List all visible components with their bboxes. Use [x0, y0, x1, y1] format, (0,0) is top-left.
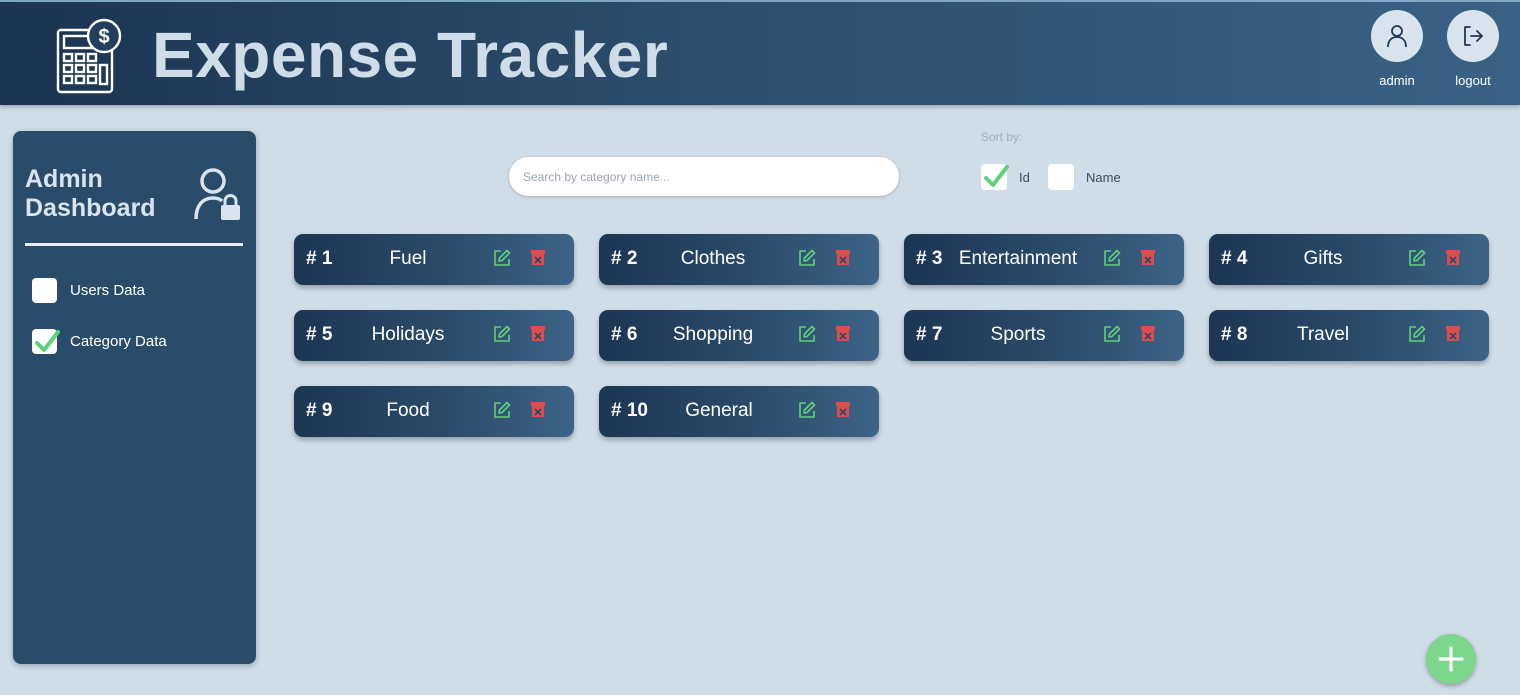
category-data-checkbox[interactable] [32, 329, 60, 354]
user-icon [1387, 25, 1407, 48]
logout-label: logout [1455, 73, 1491, 88]
category-card: # 6 Shopping [599, 310, 879, 361]
category-number: # 8 [1221, 324, 1248, 345]
edit-icon[interactable] [1408, 325, 1426, 343]
category-number: # 9 [306, 400, 333, 421]
add-category-button[interactable] [1426, 634, 1476, 684]
trash-icon[interactable] [835, 249, 851, 266]
edit-icon[interactable] [1103, 249, 1121, 267]
category-name: Clothes [680, 248, 746, 269]
sidebar-divider [25, 243, 243, 246]
calculator-dollar-icon: $ [56, 18, 122, 94]
category-number: # 10 [611, 400, 648, 421]
category-number: # 2 [611, 248, 638, 269]
category-card: # 10 General [599, 386, 879, 437]
app-title: Expense Tracker [152, 19, 669, 91]
checkmark-icon [984, 165, 1009, 187]
category-name: Food [386, 400, 430, 421]
trash-icon[interactable] [530, 401, 546, 418]
category-number: # 6 [611, 324, 638, 345]
edit-icon[interactable] [1408, 249, 1426, 267]
svg-text:$: $ [98, 26, 109, 48]
trash-icon[interactable] [1140, 325, 1156, 342]
sidebar-item-label: Users Data [70, 282, 146, 299]
category-card: # 1 Fuel [294, 234, 574, 285]
trash-icon[interactable] [530, 249, 546, 266]
sort-id-checkbox[interactable] [981, 164, 1009, 190]
category-card: # 3 Entertainment [904, 234, 1184, 285]
sort-option-label: Name [1086, 169, 1121, 185]
trash-icon[interactable] [1445, 325, 1461, 342]
category-name: Fuel [389, 248, 427, 269]
category-card: # 5 Holidays [294, 310, 574, 361]
sort-option-id[interactable]: Id [981, 164, 1030, 190]
category-name: Sports [990, 324, 1046, 345]
admin-label: admin [1379, 73, 1415, 88]
edit-icon[interactable] [493, 249, 511, 267]
trash-icon[interactable] [530, 325, 546, 342]
trash-icon[interactable] [835, 325, 851, 342]
category-number: # 5 [306, 324, 333, 345]
sidebar-item-label: Category Data [70, 333, 167, 350]
plus-icon [1438, 646, 1464, 672]
category-number: # 1 [306, 248, 333, 269]
trash-icon[interactable] [835, 401, 851, 418]
category-card: # 8 Travel [1209, 310, 1489, 361]
search-input[interactable] [509, 157, 899, 196]
edit-icon[interactable] [798, 249, 816, 267]
checkmark-icon [35, 330, 60, 352]
edit-icon[interactable] [1103, 325, 1121, 343]
sort-name-checkbox[interactable] [1048, 164, 1074, 190]
logout-button[interactable]: logout [1445, 10, 1501, 88]
sidebar-item-users-data[interactable]: Users Data [32, 278, 145, 303]
edit-icon[interactable] [493, 325, 511, 343]
category-name: Shopping [672, 324, 754, 345]
category-card: # 9 Food [294, 386, 574, 437]
sort-option-label: Id [1019, 169, 1030, 185]
sidebar: Admin Dashboard Users Data Category Data [13, 131, 256, 664]
category-name: General [685, 400, 753, 421]
category-card: # 7 Sports [904, 310, 1184, 361]
category-number: # 7 [916, 324, 943, 345]
admin-button[interactable]: admin [1369, 10, 1425, 88]
category-number: # 3 [916, 248, 943, 269]
trash-icon[interactable] [1140, 249, 1156, 266]
category-name: Holidays [371, 324, 445, 345]
edit-icon[interactable] [798, 401, 816, 419]
sidebar-item-category-data[interactable]: Category Data [32, 329, 167, 354]
sort-label: Sort by: [981, 130, 1023, 144]
category-name: Entertainment [958, 248, 1078, 269]
user-lock-icon [194, 168, 240, 220]
category-card: # 2 Clothes [599, 234, 879, 285]
edit-icon[interactable] [798, 325, 816, 343]
app-header: $ Expense Tracker admin logout [0, 0, 1520, 105]
category-name: Gifts [1303, 248, 1343, 269]
trash-icon[interactable] [1445, 249, 1461, 266]
edit-icon[interactable] [493, 401, 511, 419]
sidebar-title: Admin Dashboard [25, 165, 156, 222]
users-data-checkbox[interactable] [32, 278, 57, 303]
category-number: # 4 [1221, 248, 1248, 269]
category-name: Travel [1296, 324, 1350, 345]
sort-option-name[interactable]: Name [1048, 164, 1121, 190]
logout-icon [1464, 26, 1483, 46]
category-card: # 4 Gifts [1209, 234, 1489, 285]
